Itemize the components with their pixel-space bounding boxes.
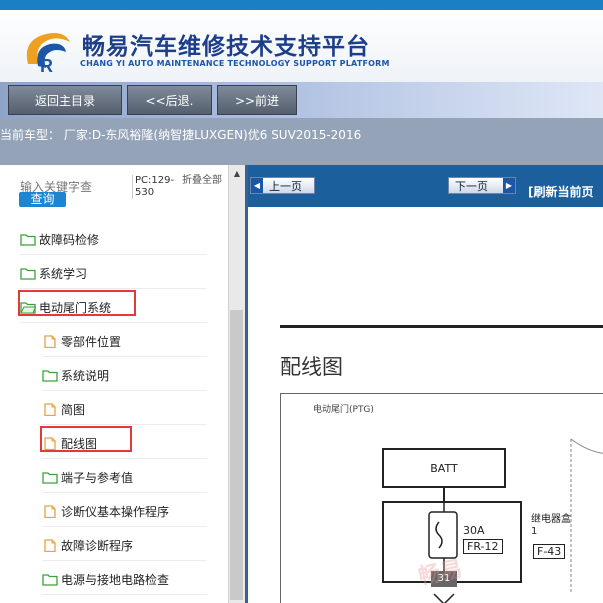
- doc-title: 配线图: [280, 355, 343, 379]
- sidebar: 输入关键字查 查询 PC:129-530 折叠全部 故障码检修 系统学习 电动尾门系…: [0, 165, 228, 603]
- folder-icon: [20, 233, 36, 246]
- document-pane: 配线图 电动尾门(PTG) BATT 30A FR-12 继电器盒 1 F-43…: [248, 207, 603, 603]
- svg-text:R: R: [40, 56, 53, 74]
- prev-page-button[interactable]: ◀ 上一页: [250, 177, 315, 194]
- folder-icon: [42, 471, 58, 484]
- current-model-bar: 当前车型： 厂家:D-东风裕隆(纳智捷LUXGEN)优6 SUV2015-201…: [0, 118, 603, 165]
- sidebar-scrollbar[interactable]: ▲: [228, 165, 245, 603]
- refresh-page-link[interactable]: [刷新当前页: [528, 183, 594, 200]
- folder-icon: [42, 369, 58, 382]
- tree-item-label: 系统学习: [39, 267, 88, 281]
- tree-item-label: 系统说明: [61, 369, 110, 383]
- tree-item[interactable]: 零部件位置: [42, 327, 207, 357]
- tree-item-label: 电源与接地电路检查: [61, 573, 170, 587]
- tree-item-label: 简图: [61, 403, 86, 417]
- search-button[interactable]: 查询: [19, 192, 66, 207]
- tree-item-label: 诊断仪基本操作程序: [61, 505, 170, 519]
- tree-item-label: 端子与参考值: [61, 471, 134, 485]
- page-icon: [42, 335, 58, 349]
- tree-item[interactable]: 端子与参考值: [42, 463, 207, 493]
- top-accent-bar: [0, 0, 603, 10]
- site-header: R 畅易汽车维修技术支持平台 CHANG YI AUTO MAINTENANCE…: [0, 10, 603, 82]
- tree-item[interactable]: 系统学习: [20, 259, 207, 289]
- collapse-all-button[interactable]: 折叠全部: [182, 175, 224, 187]
- tree-item[interactable]: 诊断仪基本操作程序: [42, 497, 207, 527]
- tree-item-label: 故障码检修: [39, 233, 100, 247]
- pc-code: PC:129-530: [132, 175, 179, 199]
- page-icon: [42, 539, 58, 553]
- relay-code: F-43: [533, 544, 566, 559]
- relay-box-label: 继电器盒 1: [531, 514, 571, 537]
- next-page-button[interactable]: 下一页 ▶: [448, 177, 516, 194]
- tree-item[interactable]: 故障码检修: [20, 225, 207, 255]
- folder-icon: [20, 267, 36, 280]
- nav-bar: 返回主目录 <<后退. >>前进: [0, 82, 603, 118]
- tree-item[interactable]: 系统说明: [42, 361, 207, 391]
- scroll-up-arrow-icon[interactable]: ▲: [229, 169, 245, 181]
- site-title: 畅易汽车维修技术支持平台: [82, 34, 370, 60]
- tree-item[interactable]: 简图: [42, 395, 207, 425]
- highlight-box: [40, 426, 132, 452]
- prev-page-label: 上一页: [269, 179, 302, 193]
- fuse-rating: 30A: [463, 524, 485, 537]
- title-rule: [280, 325, 603, 328]
- arrow-left-icon: ◀: [251, 178, 263, 193]
- document-toolbar: ◀ 上一页 下一页 ▶ [刷新当前页: [248, 165, 603, 207]
- page-icon: [42, 403, 58, 417]
- forward-button[interactable]: >>前进: [217, 85, 297, 115]
- back-button[interactable]: <<后退.: [127, 85, 212, 115]
- tree-item-label: 故障诊断程序: [61, 539, 134, 553]
- tree-item[interactable]: 电源与接地电路检查: [42, 565, 207, 595]
- current-model-text: 当前车型： 厂家:D-东风裕隆(纳智捷LUXGEN)优6 SUV2015-201…: [0, 128, 362, 142]
- folder-icon: [42, 573, 58, 586]
- home-button[interactable]: 返回主目录: [8, 85, 122, 115]
- highlight-box: [18, 290, 136, 316]
- scroll-thumb[interactable]: [230, 310, 243, 600]
- fuse-code: FR-12: [463, 539, 503, 554]
- site-subtitle: CHANG YI AUTO MAINTENANCE TECHNOLOGY SUP…: [80, 59, 390, 68]
- page-icon: [42, 505, 58, 519]
- tree-item[interactable]: 故障诊断程序: [42, 531, 207, 561]
- changyi-logo-icon: R: [26, 33, 70, 74]
- arrow-right-icon: ▶: [503, 178, 515, 193]
- tree-item-label: 零部件位置: [61, 335, 122, 349]
- next-page-label: 下一页: [455, 179, 488, 193]
- batt-label: BATT: [430, 461, 458, 475]
